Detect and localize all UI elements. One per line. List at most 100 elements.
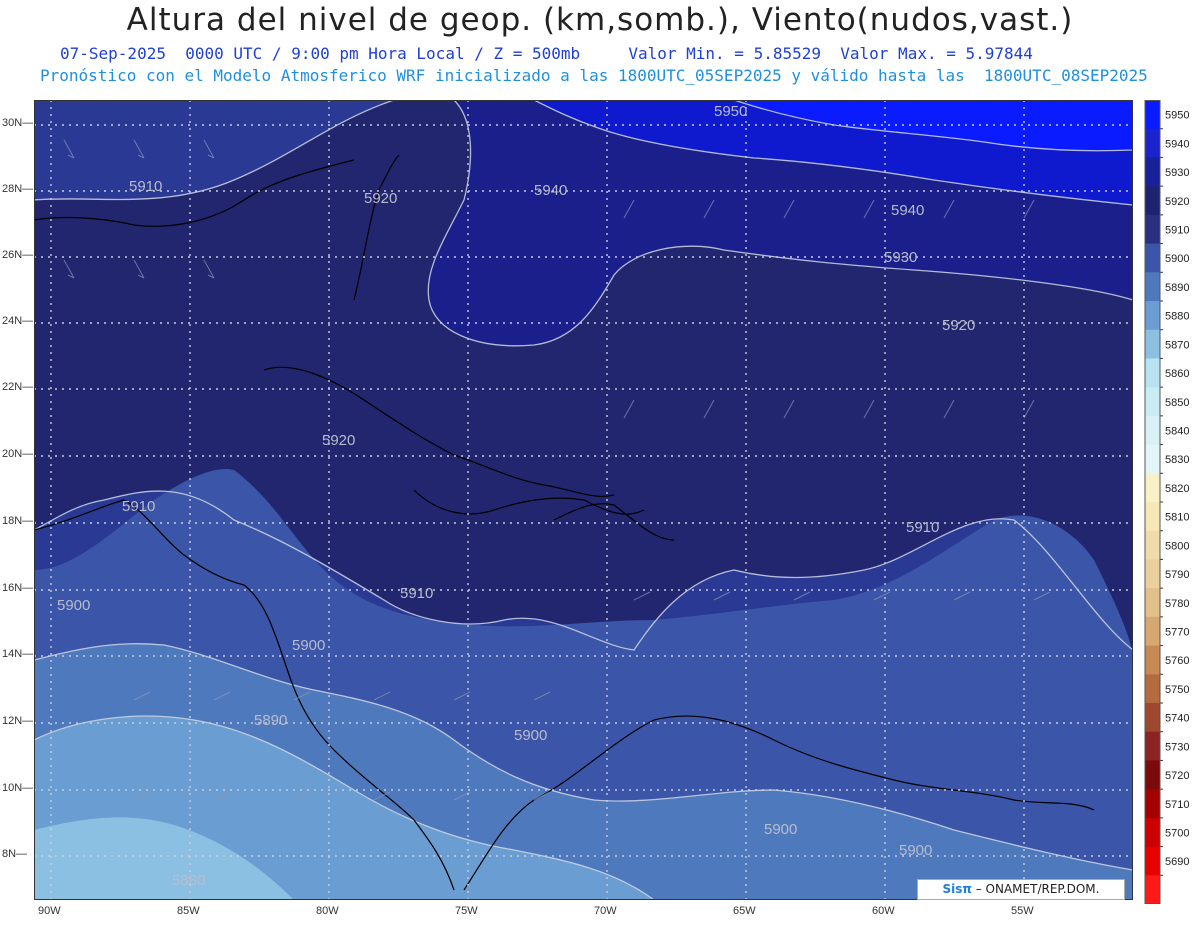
colorbar-label: 5840 <box>1165 426 1189 438</box>
contour-label: 5950 <box>714 103 747 120</box>
contour-label: 5920 <box>364 190 397 207</box>
colorbar-label: 5800 <box>1165 540 1189 552</box>
colorbar: 5950 5940 5930 5920 5910 5900 5890 5880 5870 5860… <box>1144 100 1189 904</box>
colorbar-swatch <box>1145 214 1160 245</box>
lat-label: 26N— <box>2 249 34 261</box>
contour-label: 5910 <box>400 585 433 602</box>
contour-label: 5920 <box>942 317 975 334</box>
lat-label: 24N— <box>2 315 34 327</box>
lat-label: 22N— <box>2 381 34 393</box>
colorbar-label: 5930 <box>1165 167 1189 179</box>
colorbar-label: 5790 <box>1165 569 1189 581</box>
contour-label: 5910 <box>906 519 939 536</box>
colorbar-swatch <box>1145 875 1160 904</box>
credit-box: Sisπ – ONAMET/REP.DOM. <box>917 879 1125 900</box>
lon-label: 80W <box>316 905 339 917</box>
contour-label: 5900 <box>514 727 547 744</box>
lat-label: 14N— <box>2 648 34 660</box>
colorbar-label: 5700 <box>1165 828 1189 840</box>
colorbar-swatch <box>1145 674 1160 704</box>
colorbar-label: 5720 <box>1165 770 1189 782</box>
colorbar-label: 5810 <box>1165 512 1189 524</box>
colorbar-label: 5940 <box>1165 138 1189 150</box>
lon-label: 65W <box>733 905 756 917</box>
colorbar-swatch <box>1145 243 1160 273</box>
lon-label: 85W <box>177 905 200 917</box>
credit-text: – ONAMET/REP.DOM. <box>971 882 1100 896</box>
contour-label: 5910 <box>122 498 155 515</box>
colorbar-swatch <box>1145 100 1160 130</box>
lat-label: 18N— <box>2 515 34 527</box>
colorbar-swatch <box>1145 358 1160 388</box>
lon-label: 90W <box>38 905 61 917</box>
colorbar-swatch <box>1145 846 1160 876</box>
colorbar-label: 5830 <box>1165 454 1189 466</box>
lat-label: 30N— <box>2 117 34 129</box>
colorbar-swatch <box>1145 703 1160 733</box>
lat-label: 8N— <box>2 848 28 860</box>
colorbar-label: 5710 <box>1165 799 1189 811</box>
colorbar-swatch <box>1145 415 1160 446</box>
colorbar-swatch <box>1145 157 1160 187</box>
contour-label: 5890 <box>254 712 287 729</box>
colorbar-swatch <box>1145 444 1160 474</box>
colorbar-label: 5690 <box>1165 856 1189 868</box>
lat-label: 10N— <box>2 782 34 794</box>
colorbar-swatch <box>1145 329 1160 359</box>
colorbar-label: 5880 <box>1165 311 1189 323</box>
chart-title: Altura del nivel de geop. (km,somb.), Vi… <box>126 2 1074 38</box>
contour-label: 5900 <box>764 821 797 838</box>
model-info-line: Pronóstico con el Modelo Atmosferico WRF… <box>40 66 1148 85</box>
colorbar-label: 5730 <box>1165 741 1189 753</box>
contour-label: 5940 <box>891 202 924 219</box>
colorbar-label: 5780 <box>1165 598 1189 610</box>
forecast-time-line: 07-Sep-2025 0000 UTC / 9:00 pm Hora Loca… <box>60 44 1033 63</box>
colorbar-swatch <box>1145 731 1160 761</box>
colorbar-swatch <box>1145 301 1160 331</box>
lon-label: 70W <box>594 905 617 917</box>
sispi-logo: Sisπ <box>942 882 972 896</box>
colorbar-label: 5950 <box>1165 110 1189 122</box>
contour-label: 5940 <box>534 182 567 199</box>
colorbar-label: 5820 <box>1165 483 1189 495</box>
colorbar-swatch <box>1145 387 1160 417</box>
lat-label: 12N— <box>2 715 34 727</box>
lat-label: 28N— <box>2 183 34 195</box>
colorbar-swatch <box>1145 272 1160 302</box>
colorbar-swatch <box>1145 502 1160 532</box>
contour-label: 5900 <box>292 637 325 654</box>
colorbar-label: 5870 <box>1165 339 1189 351</box>
lat-label: 16N— <box>2 582 34 594</box>
colorbar-label: 5920 <box>1165 196 1189 208</box>
lon-label: 55W <box>1011 905 1034 917</box>
geopotential-map: 5950 5940 5940 5930 5920 5920 5920 5910 … <box>34 100 1133 900</box>
colorbar-swatch <box>1145 186 1160 216</box>
colorbar-swatch <box>1145 530 1160 560</box>
contour-label: 5900 <box>57 597 90 614</box>
colorbar-swatch <box>1145 789 1160 819</box>
colorbar-label: 5860 <box>1165 368 1189 380</box>
colorbar-label: 5760 <box>1165 655 1189 667</box>
lon-label: 75W <box>455 905 478 917</box>
colorbar-swatch <box>1145 645 1160 675</box>
colorbar-label: 5890 <box>1165 282 1189 294</box>
colorbar-label: 5900 <box>1165 253 1189 265</box>
colorbar-label: 5850 <box>1165 397 1189 409</box>
colorbar-label: 5740 <box>1165 713 1189 725</box>
colorbar-swatch <box>1145 817 1160 848</box>
colorbar-label: 5770 <box>1165 627 1189 639</box>
colorbar-swatch <box>1145 128 1160 158</box>
colorbar-swatch <box>1145 559 1160 589</box>
colorbar-swatch <box>1145 760 1160 790</box>
contour-label: 5930 <box>884 249 917 266</box>
colorbar-swatch <box>1145 473 1160 503</box>
contour-label: 5900 <box>899 842 932 859</box>
colorbar-label: 5750 <box>1165 684 1189 696</box>
contour-label: 5880 <box>172 872 205 889</box>
colorbar-label: 5910 <box>1165 225 1189 237</box>
lat-label: 20N— <box>2 448 34 460</box>
colorbar-swatch <box>1145 588 1160 618</box>
contour-label: 5910 <box>129 178 162 195</box>
contour-label: 5920 <box>322 432 355 449</box>
lon-label: 60W <box>872 905 895 917</box>
